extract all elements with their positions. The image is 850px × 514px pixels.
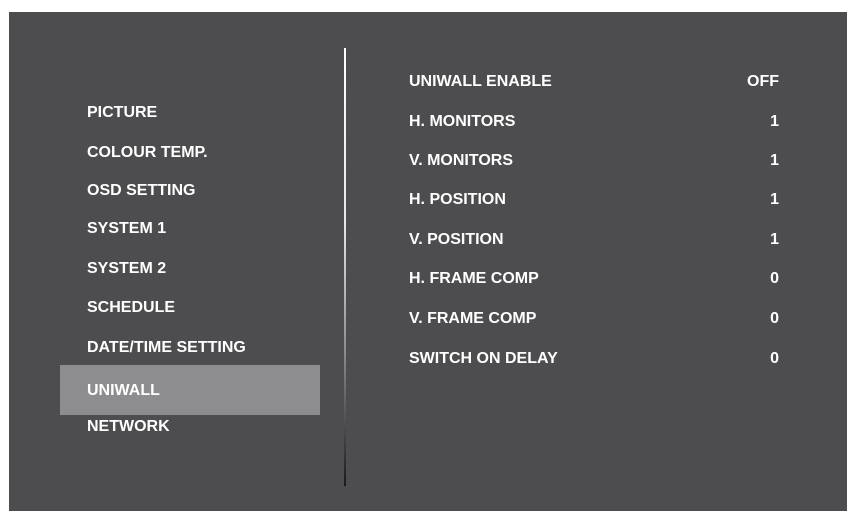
setting-value: 1 (770, 191, 779, 208)
setting-label: H. MONITORS (409, 113, 516, 130)
setting-value: 1 (770, 113, 779, 130)
setting-v-frame-comp[interactable]: V. FRAME COMP 0 (409, 299, 779, 339)
setting-v-monitors[interactable]: V. MONITORS 1 (409, 141, 779, 181)
setting-value: 1 (770, 152, 779, 169)
setting-value: 1 (770, 231, 779, 248)
setting-uniwall-enable[interactable]: UNIWALL ENABLE OFF (409, 62, 779, 102)
setting-value: 0 (770, 310, 779, 327)
setting-switch-on-delay[interactable]: SWITCH ON DELAY 0 (409, 339, 779, 379)
menu-divider (344, 48, 346, 486)
menu-item-network[interactable]: NETWORK (60, 404, 320, 450)
setting-v-position[interactable]: V. POSITION 1 (409, 220, 779, 260)
setting-h-position[interactable]: H. POSITION 1 (409, 180, 779, 220)
setting-h-frame-comp[interactable]: H. FRAME COMP 0 (409, 259, 779, 299)
setting-h-monitors[interactable]: H. MONITORS 1 (409, 102, 779, 142)
setting-label: UNIWALL ENABLE (409, 73, 552, 90)
setting-value: OFF (747, 73, 779, 90)
setting-label: H. POSITION (409, 191, 506, 208)
menu-item-label: COLOUR TEMP. (87, 144, 208, 161)
menu-item-label: NETWORK (87, 418, 170, 435)
menu-item-label: PICTURE (87, 104, 158, 121)
setting-label: H. FRAME COMP (409, 270, 539, 287)
osd-menu-panel: PICTURE COLOUR TEMP. OSD SETTING SYSTEM … (9, 12, 847, 511)
setting-label: SWITCH ON DELAY (409, 350, 558, 367)
setting-value: 0 (770, 270, 779, 287)
menu-item-label: SYSTEM 1 (87, 220, 167, 237)
menu-item-label: SCHEDULE (87, 299, 176, 316)
setting-label: V. POSITION (409, 231, 504, 248)
setting-value: 0 (770, 350, 779, 367)
setting-label: V. MONITORS (409, 152, 514, 169)
menu-item-label: DATE/TIME SETTING (87, 339, 246, 356)
setting-label: V. FRAME COMP (409, 310, 537, 327)
menu-item-label: UNIWALL (87, 382, 160, 399)
menu-item-label: SYSTEM 2 (87, 260, 167, 277)
menu-item-label: OSD SETTING (87, 182, 196, 199)
